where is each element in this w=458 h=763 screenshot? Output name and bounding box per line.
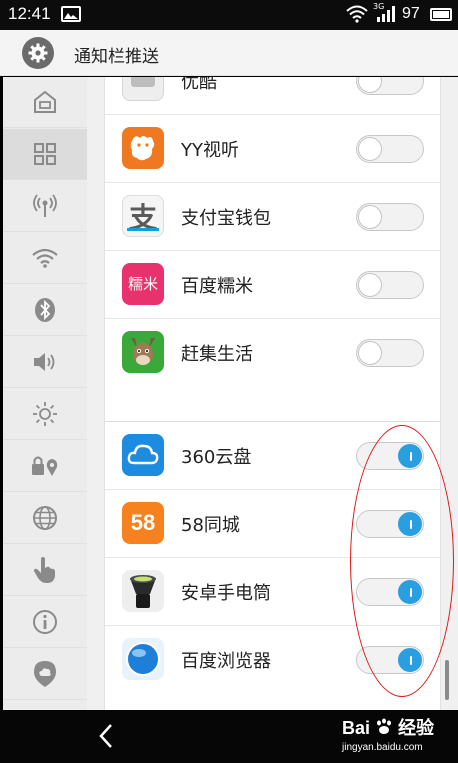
list-item[interactable]: 糯米 百度糯米 xyxy=(105,251,442,319)
toggle-knob xyxy=(398,648,422,672)
app-name: 58同城 xyxy=(181,515,240,536)
list-item[interactable]: 百度浏览器 xyxy=(105,626,442,694)
notification-toggle[interactable] xyxy=(356,646,424,674)
home-icon xyxy=(34,90,56,113)
list-item[interactable]: YY视听 xyxy=(105,115,442,183)
list-item[interactable]: 360云盘 xyxy=(105,422,442,490)
sidebar-item-sound[interactable] xyxy=(3,337,87,388)
app-name: 百度糯米 xyxy=(181,276,253,297)
notification-toggle[interactable] xyxy=(356,510,424,538)
alipay-icon: 支 xyxy=(122,195,164,237)
status-bar: 12:41 3G 97 xyxy=(0,0,458,30)
notification-toggle[interactable] xyxy=(356,135,424,163)
list-item[interactable]: 安卓手电筒 xyxy=(105,558,442,626)
volume-icon xyxy=(34,353,55,371)
wifi-icon xyxy=(32,248,58,268)
toggle-knob xyxy=(398,580,422,604)
sidebar-item-gestures[interactable] xyxy=(3,545,87,596)
navigation-bar: Bai 经验 jingyan.baidu.com xyxy=(0,710,458,763)
grid-icon xyxy=(34,143,56,165)
sidebar xyxy=(3,77,87,710)
watermark-main: Bai xyxy=(342,718,371,738)
globe-icon xyxy=(33,506,57,530)
image-notification-icon xyxy=(61,6,81,22)
sidebar-item-wifi[interactable] xyxy=(3,233,87,284)
sidebar-item-hotspot[interactable] xyxy=(3,181,87,232)
nuomi-icon: 糯米 xyxy=(122,263,164,305)
sidebar-item-language[interactable] xyxy=(3,493,87,544)
sidebar-item-cloud[interactable] xyxy=(3,649,87,700)
watermark-sub: jingyan.baidu.com xyxy=(342,742,423,753)
toggle-knob xyxy=(358,341,382,365)
list-item[interactable]: 优酷 xyxy=(105,77,442,115)
58-icon: 58 xyxy=(122,502,164,544)
sidebar-item-apps[interactable] xyxy=(3,129,87,180)
browser-icon xyxy=(122,638,164,680)
flashlight-icon xyxy=(122,570,164,612)
hand-icon xyxy=(34,557,55,583)
paw-icon xyxy=(377,718,392,734)
status-time: 12:41 xyxy=(8,4,51,23)
cell-signal-icon xyxy=(377,6,395,22)
app-name: 百度浏览器 xyxy=(181,651,271,672)
app-name: YY视听 xyxy=(181,140,239,161)
app-notification-list: 优酷 YY视听 支 支付宝钱包 糯米 百度糯米 赶集生活 360云盘 58 58… xyxy=(87,77,458,710)
cloud-disk-icon xyxy=(122,434,164,476)
watermark-suffix: 经验 xyxy=(398,718,435,738)
app-name: 支付宝钱包 xyxy=(181,208,271,229)
58-icon-text: 58 xyxy=(130,510,156,535)
notification-toggle[interactable] xyxy=(356,271,424,299)
app-group-card: 优酷 YY视听 支 支付宝钱包 糯米 百度糯米 赶集生活 xyxy=(104,77,442,457)
cloud-icon xyxy=(34,661,56,687)
app-name: 优酷 xyxy=(181,77,217,93)
toggle-knob xyxy=(358,77,382,93)
toggle-knob xyxy=(358,205,382,229)
ganji-icon xyxy=(122,331,164,373)
bluetooth-icon xyxy=(35,298,55,322)
list-item[interactable]: 58 58同城 xyxy=(105,490,442,558)
notification-toggle[interactable] xyxy=(356,442,424,470)
notification-toggle[interactable] xyxy=(356,203,424,231)
gear-icon[interactable] xyxy=(22,37,54,69)
broadcast-icon xyxy=(33,194,57,217)
app-group-card: 360云盘 58 58同城 安卓手电筒 百度浏览器 xyxy=(104,421,442,710)
back-arrow-icon[interactable] xyxy=(96,722,116,750)
sidebar-item-bluetooth[interactable] xyxy=(3,285,87,336)
toggle-knob xyxy=(358,273,382,297)
wifi-signal-icon xyxy=(346,5,368,23)
nuomi-icon-text: 糯米 xyxy=(127,275,158,293)
notification-toggle[interactable] xyxy=(356,339,424,367)
sidebar-item-home[interactable] xyxy=(3,77,87,128)
sidebar-item-about[interactable] xyxy=(3,597,87,648)
sidebar-item-display[interactable] xyxy=(3,389,87,440)
toggle-knob xyxy=(398,512,422,536)
watermark: Bai 经验 jingyan.baidu.com xyxy=(342,714,434,753)
app-name: 安卓手电筒 xyxy=(181,583,271,604)
info-icon xyxy=(33,610,57,634)
list-item[interactable]: 支 支付宝钱包 xyxy=(105,183,442,251)
brightness-icon xyxy=(33,402,57,426)
header: 通知栏推送 xyxy=(0,30,458,76)
app-name: 360云盘 xyxy=(181,447,252,468)
toggle-knob xyxy=(398,444,422,468)
sidebar-item-security[interactable] xyxy=(3,441,87,492)
youku-icon xyxy=(122,77,164,101)
battery-level: 97 xyxy=(402,5,420,22)
notification-toggle[interactable] xyxy=(356,578,424,606)
page-title: 通知栏推送 xyxy=(74,47,159,67)
list-item[interactable]: 赶集生活 xyxy=(105,319,442,387)
lock-location-icon xyxy=(32,456,58,476)
scrollbar[interactable] xyxy=(445,660,449,700)
yy-icon xyxy=(122,127,164,169)
toggle-knob xyxy=(358,137,382,161)
notification-toggle[interactable] xyxy=(356,77,424,95)
app-name: 赶集生活 xyxy=(181,344,253,365)
battery-icon xyxy=(430,8,452,21)
